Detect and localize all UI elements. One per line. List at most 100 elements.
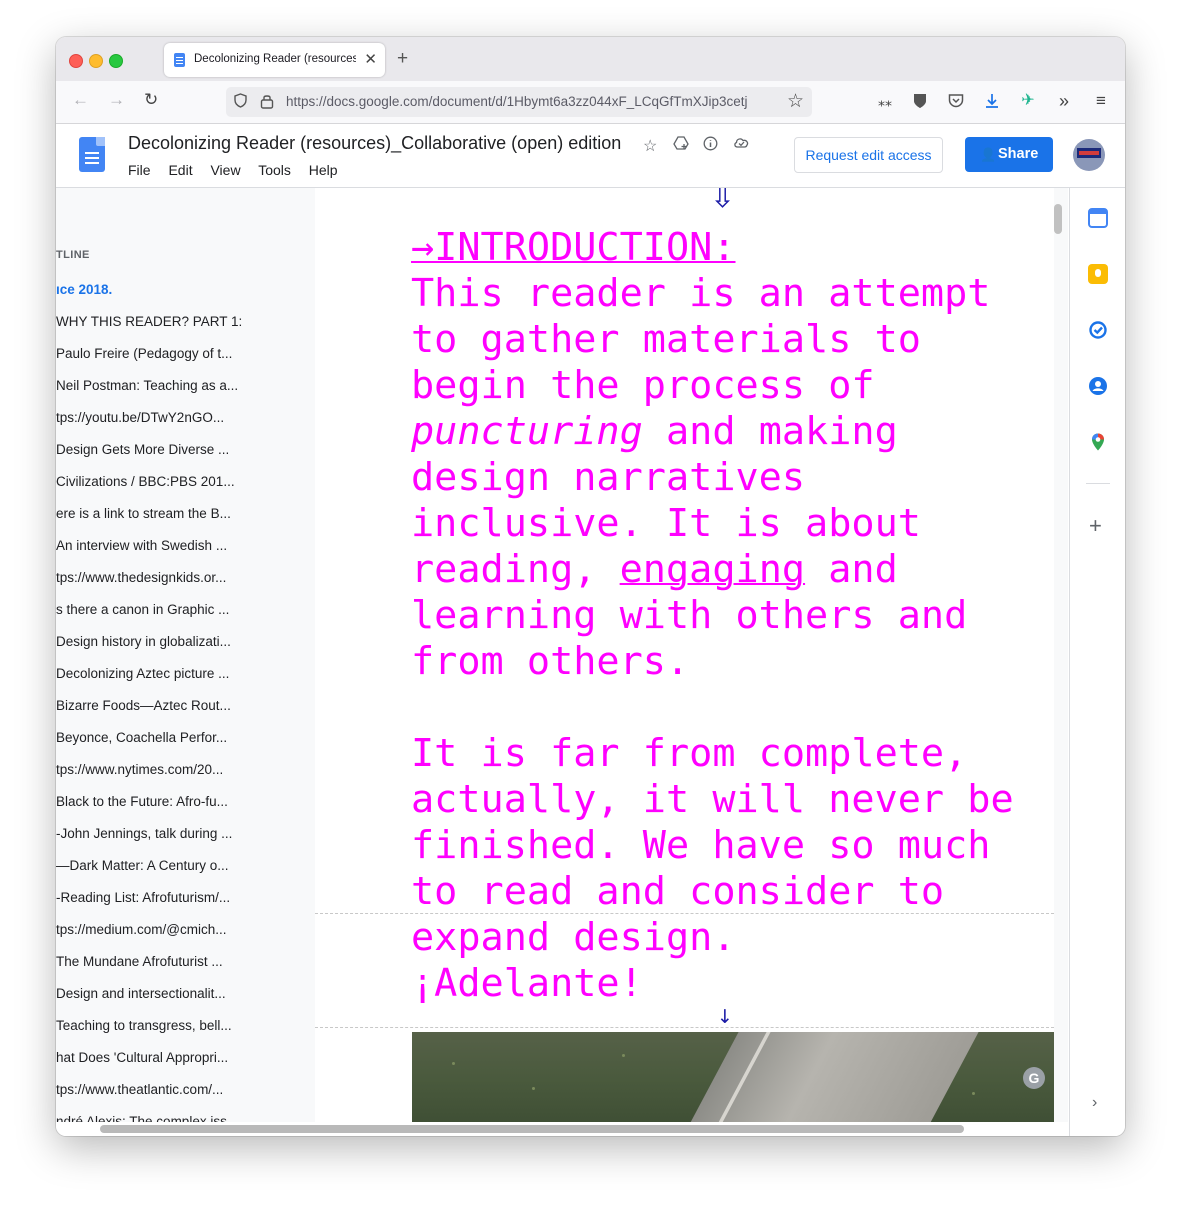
para2-line: to read and consider to [411,869,945,914]
tasks-icon[interactable] [1088,320,1108,340]
add-addon-icon[interactable]: + [1089,513,1102,539]
bitwarden-icon[interactable] [909,90,931,112]
photo-detail [622,1054,625,1057]
close-tab-icon[interactable]: ✕ [364,50,377,68]
contacts-icon[interactable] [1088,376,1108,396]
reload-button[interactable]: ↻ [144,90,158,110]
bookmark-star-icon[interactable]: ☆ [787,90,804,113]
outline-item[interactable]: ıce 2018. [56,282,112,297]
lock-icon[interactable] [260,93,274,109]
engaging-link[interactable]: engaging [620,547,805,592]
outline-item[interactable]: tps://www.nytimes.com/20... [56,762,223,777]
outline-item[interactable]: Beyonce, Coachella Perfor... [56,730,227,745]
para2-line: ¡Adelante! [411,961,643,1006]
para1-line: This reader is an attempt [411,271,991,316]
menu-edit[interactable]: Edit [168,162,192,178]
share-label: Share [998,146,1039,162]
minimize-window-button[interactable] [89,54,103,68]
outline-item[interactable]: Teaching to transgress, bell... [56,1018,232,1033]
para2-line: expand design. [411,915,736,960]
side-panel: + › [1069,188,1125,1136]
menu-file[interactable]: File [128,162,151,178]
outline-item[interactable]: ndré Alexis: The complex iss... [56,1114,238,1122]
move-to-drive-icon[interactable] [673,136,689,156]
request-edit-access-button[interactable]: Request edit access [794,137,943,173]
overflow-icon[interactable]: » [1053,90,1075,112]
small-down-arrow-glyph: ↓ [717,1006,733,1028]
embedded-photo[interactable]: G [412,1032,1054,1122]
menu-bar: File Edit View Tools Help [128,162,352,178]
outline-item[interactable]: Design Gets More Diverse ... [56,442,229,457]
para1-line: from others. [411,639,690,684]
outline-item[interactable]: ere is a link to stream the B... [56,506,231,521]
chevron-right-icon[interactable]: › [1092,1094,1097,1112]
outline-item[interactable]: Black to the Future: Afro-fu... [56,794,228,809]
url-bar[interactable]: https://docs.google.com/document/d/1Hbym… [226,87,812,117]
avatar[interactable] [1073,139,1105,171]
outline-item[interactable]: Bizarre Foods—Aztec Rout... [56,698,231,713]
info-icon[interactable] [703,136,718,156]
menu-view[interactable]: View [210,162,240,178]
outline-item[interactable]: Neil Postman: Teaching as a... [56,378,238,393]
url-text[interactable]: https://docs.google.com/document/d/1Hbym… [286,94,766,109]
calendar-icon-bar [1090,210,1106,214]
extensions-icon[interactable]: ⁎⁎ [874,90,896,112]
outline-item[interactable]: Decolonizing Aztec picture ... [56,666,229,681]
outline-item[interactable]: Design and intersectionalit... [56,986,226,1001]
outline-item[interactable]: tps://www.theatlantic.com/... [56,1082,223,1097]
menu-help[interactable]: Help [309,162,338,178]
outline-item[interactable]: tps://medium.com/@cmich... [56,922,227,937]
para1-line: design narratives [411,455,806,500]
horizontal-scroll-thumb[interactable] [100,1125,964,1133]
close-window-button[interactable] [69,54,83,68]
zoom-window-button[interactable] [109,54,123,68]
para2-line: It is far from complete, [411,731,968,776]
keep-icon[interactable] [1088,264,1108,284]
outline-item[interactable]: -John Jennings, talk during ... [56,826,232,841]
outline-item[interactable]: The Mundane Afrofuturist ... [56,954,223,969]
para1-line: puncturing and making [411,409,1051,455]
share-button[interactable]: 👤 Share [965,137,1053,172]
intro-paragraph: This reader is an attempt to gather mate… [411,271,1051,685]
para2-line: finished. We have so much [411,823,991,868]
keep-bulb [1095,269,1101,277]
document-page[interactable]: ⇩ →INTRODUCTION: This reader is an attem… [315,188,1054,1122]
download-icon[interactable] [981,90,1003,112]
extension-bird-icon[interactable]: ✈ [1017,90,1039,112]
outline-item[interactable]: hat Does 'Cultural Appropri... [56,1050,228,1065]
back-button[interactable]: ← [72,90,89,110]
outline-item[interactable]: tps://youtu.be/DTwY2nGO... [56,410,224,425]
outline-item[interactable]: -Reading List: Afrofuturism/... [56,890,230,905]
menu-icon[interactable]: ≡ [1090,90,1112,112]
grammarly-icon[interactable]: G [1023,1067,1045,1089]
forward-button[interactable]: → [108,90,125,110]
tab-title: Decolonizing Reader (resources)_Collabor… [194,53,356,65]
document-title[interactable]: Decolonizing Reader (resources)_Collabor… [128,133,621,154]
outline-heading: TLINE [56,249,90,261]
page-break-line [315,1027,1054,1028]
docs-logo-icon[interactable] [79,137,105,172]
photo-detail [452,1062,455,1065]
outline-item[interactable]: An interview with Swedish ... [56,538,227,553]
vertical-scrollbar[interactable] [1054,204,1062,234]
new-tab-button[interactable]: + [397,48,408,70]
outline-item[interactable]: Paulo Freire (Pedagogy of t... [56,346,232,361]
star-icon[interactable]: ☆ [643,136,657,156]
second-paragraph: It is far from complete, actually, it wi… [411,731,1051,1007]
para1-line-rest: and making [642,409,898,454]
outline-item[interactable]: s there a canon in Graphic ... [56,602,229,617]
outline-item[interactable]: Design history in globalizati... [56,634,231,649]
menu-tools[interactable]: Tools [258,162,291,178]
page-break-line [315,913,1054,914]
outline-item[interactable]: tps://www.thedesignkids.or... [56,570,226,585]
pocket-icon[interactable] [945,90,967,112]
outline-item[interactable]: —Dark Matter: A Century o... [56,858,229,873]
italic-word: puncturing [411,409,643,454]
calendar-icon[interactable] [1088,208,1108,228]
cloud-status-icon[interactable] [733,136,750,154]
shield-icon[interactable] [234,93,247,108]
maps-icon[interactable] [1088,432,1108,452]
outline-item[interactable]: Civilizations / BBC:PBS 201... [56,474,235,489]
outline-item[interactable]: WHY THIS READER? PART 1: [56,314,242,329]
browser-tab[interactable]: Decolonizing Reader (resources)_Collabor… [164,43,385,77]
